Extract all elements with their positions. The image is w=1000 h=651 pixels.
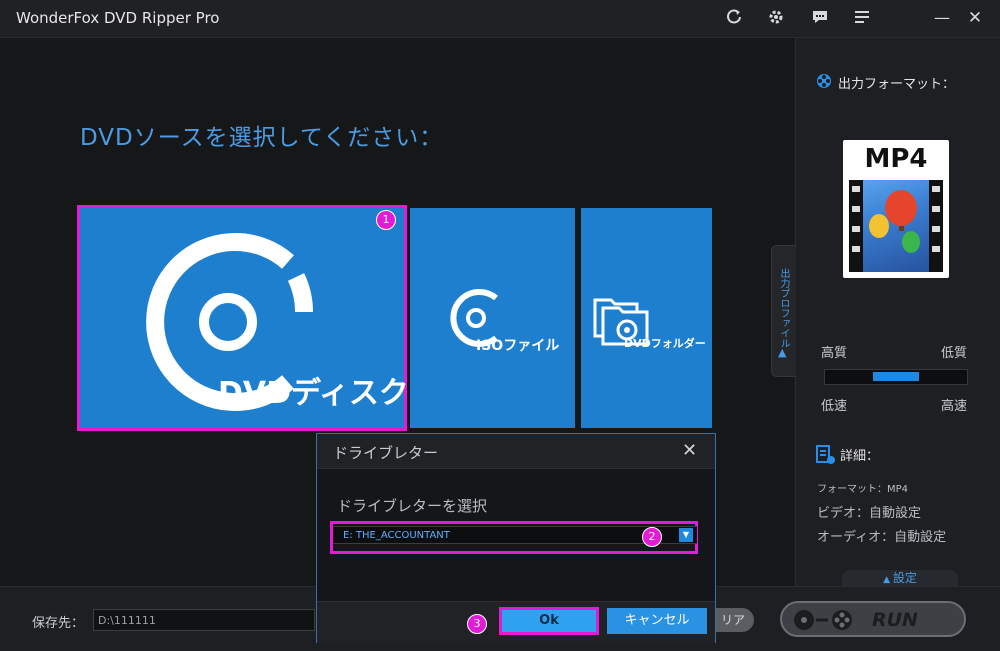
dvd-folder-tile[interactable]: DVDフォルダー: [581, 208, 712, 428]
iso-file-tile[interactable]: ISOファイル: [410, 208, 575, 428]
save-to-label: 保存先：: [32, 616, 85, 631]
dvd-folder-label: DVDフォルダー: [624, 337, 706, 350]
output-format-title: 出力フォーマット：: [838, 77, 956, 92]
ok-button[interactable]: Ok: [499, 607, 599, 635]
dialog-title: ドライブレター: [333, 444, 439, 462]
settings-label: 設定: [892, 571, 917, 585]
clear-button[interactable]: リア: [712, 608, 754, 632]
dvd-disc-tile[interactable]: DVDディスク 1: [77, 205, 409, 431]
dialog-header: ドライブレター ✕: [317, 434, 715, 469]
step-badge-1: 1: [376, 210, 396, 230]
run-reel-icon: [794, 610, 852, 630]
quality-slider-thumb[interactable]: [873, 372, 919, 381]
format-thumbnail: [849, 180, 943, 272]
settings-button[interactable]: ▲ 設定: [842, 570, 958, 586]
run-button[interactable]: RUN: [780, 601, 966, 637]
output-profile-tab[interactable]: 出力プロファイル ▲: [771, 245, 796, 377]
high-speed-label: 高速: [941, 399, 968, 414]
step-badge-2: 2: [642, 527, 662, 547]
format-name: MP4: [864, 144, 928, 174]
low-speed-label: 低速: [821, 399, 848, 414]
refresh-icon[interactable]: [724, 8, 744, 28]
close-icon[interactable]: ✕: [965, 8, 985, 28]
detail-video: ビデオ：自動設定: [817, 506, 922, 521]
drive-letter-dialog: ドライブレター ✕ ドライブレターを選択 E: THE_ACCOUNTANT ▼…: [316, 433, 716, 643]
close-icon[interactable]: ✕: [682, 440, 697, 461]
dvd-disc-label: DVDディスク: [218, 376, 409, 411]
high-quality-label: 高質: [821, 346, 848, 361]
detail-format: フォーマット：MP4: [817, 484, 909, 495]
step-badge-3: 3: [467, 614, 487, 634]
chevron-up-icon: ▲: [778, 346, 787, 359]
detail-audio: オーディオ：自動設定: [817, 530, 947, 545]
gear-icon[interactable]: [766, 8, 786, 28]
app-title: WonderFox DVD Ripper Pro: [16, 9, 220, 27]
output-profile-tab-label: 出力プロファイル: [778, 268, 789, 348]
mp4-format-button[interactable]: MP4: [843, 140, 949, 278]
save-path-field[interactable]: D:\111111: [93, 609, 315, 631]
details-title: 詳細：: [840, 449, 880, 464]
iso-file-label: ISOファイル: [476, 338, 560, 354]
title-bar: WonderFox DVD Ripper Pro — ✕: [0, 0, 1000, 38]
chat-icon[interactable]: [810, 8, 830, 28]
cancel-button[interactable]: キャンセル: [607, 608, 707, 634]
low-quality-label: 低質: [941, 346, 968, 361]
minimize-icon[interactable]: —: [932, 8, 952, 28]
quality-slider[interactable]: [824, 369, 968, 385]
details-settings-icon: [816, 445, 836, 469]
run-label: RUN: [872, 609, 918, 631]
dialog-prompt: ドライブレターを選択: [337, 497, 488, 515]
menu-icon[interactable]: [852, 8, 872, 28]
source-heading: DVDソースを選択してください：: [80, 125, 444, 151]
chevron-down-icon[interactable]: ▼: [679, 528, 693, 542]
chevron-up-icon: ▲: [883, 575, 893, 585]
film-reel-icon: [816, 73, 832, 93]
